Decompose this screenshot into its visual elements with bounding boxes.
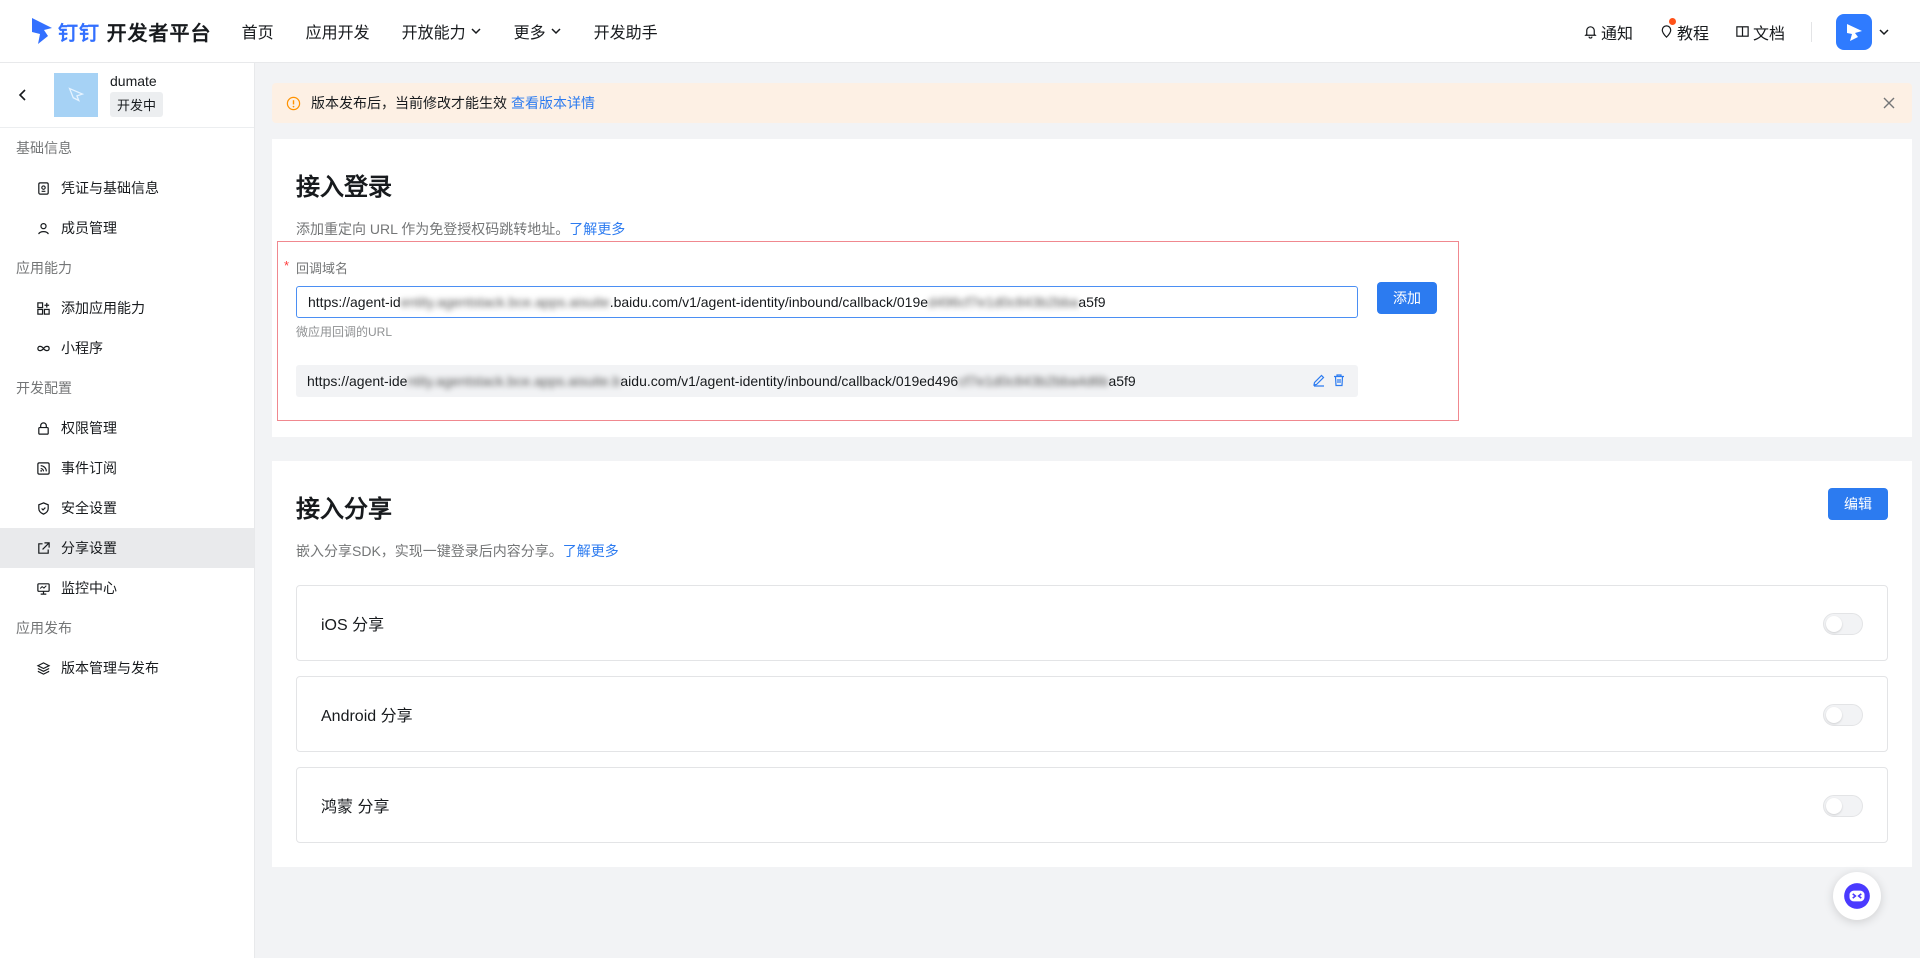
callback-url-hint: 微应用回调的URL	[296, 325, 393, 339]
assistant-icon	[1844, 883, 1870, 909]
sidebar-item-add-capability[interactable]: 添加应用能力	[0, 288, 254, 328]
monitor-icon	[37, 582, 50, 595]
sidebar-item-monitoring[interactable]: 监控中心	[0, 568, 254, 608]
sidebar-item-version-release[interactable]: 版本管理与发布	[0, 648, 254, 688]
book-icon	[1736, 26, 1749, 37]
app-header: dumate 开发中	[0, 63, 254, 128]
tutorial-link[interactable]: 教程	[1659, 17, 1709, 44]
delete-icon[interactable]	[1332, 373, 1346, 387]
user-icon	[38, 222, 49, 234]
ios-share-row: iOS 分享	[296, 585, 1888, 661]
nav-home[interactable]: 首页	[242, 19, 274, 43]
user-menu[interactable]	[1836, 13, 1890, 50]
callback-url-input[interactable]: https://agent-id entity.agentstack.bce.ap…	[296, 286, 1358, 318]
avatar	[1836, 13, 1872, 50]
back-arrow-icon[interactable]	[16, 88, 30, 102]
dingtalk-logo-icon	[32, 18, 52, 44]
rss-icon	[37, 461, 50, 475]
chevron-down-icon	[471, 28, 481, 35]
harmony-share-row: 鸿蒙 分享	[296, 767, 1888, 843]
app-status-badge: 开发中	[110, 92, 164, 117]
docs-link[interactable]: 文档	[1735, 20, 1785, 44]
app-meta: dumate 开发中	[110, 73, 164, 117]
credential-icon	[38, 181, 49, 195]
sidebar-group-basic: 基础信息	[16, 140, 72, 156]
notice-banner: 版本发布后，当前修改才能生效 查看版本详情	[272, 83, 1912, 123]
sidebar-item-event-subscription[interactable]: 事件订阅	[0, 448, 254, 488]
sidebar-group-capabilities: 应用能力	[16, 260, 72, 276]
login-card: 接入登录 添加重定向 URL 作为免登授权码跳转地址。了解更多 * 回调域名 ht…	[272, 139, 1912, 437]
share-learn-more-link[interactable]: 了解更多	[563, 543, 619, 559]
chevron-down-icon	[551, 28, 561, 35]
app-icon	[54, 73, 98, 117]
nav-more[interactable]: 更多	[514, 19, 562, 43]
callback-domain-label: * 回调域名	[284, 258, 349, 276]
required-star: *	[284, 258, 290, 273]
login-learn-more-link[interactable]: 了解更多	[569, 221, 625, 237]
nav-app-dev[interactable]: 应用开发	[306, 19, 370, 43]
grid-add-icon	[37, 301, 50, 315]
info-icon	[286, 96, 301, 110]
main-nav: 首页 应用开发 开放能力 更多 开发助手	[242, 19, 690, 43]
share-icon	[38, 541, 50, 554]
notification-dot	[1668, 17, 1676, 25]
app-name: dumate	[110, 73, 157, 89]
harmony-share-toggle[interactable]	[1823, 795, 1863, 817]
add-button[interactable]: 添加	[1377, 282, 1437, 314]
bell-icon	[1584, 26, 1597, 39]
layers-icon	[36, 661, 51, 675]
dingtalk-logo[interactable]: 钉钉 开发者平台	[30, 16, 212, 46]
view-version-details-link[interactable]: 查看版本详情	[511, 93, 595, 113]
infinity-icon	[37, 345, 50, 351]
sidebar-item-security[interactable]: 安全设置	[0, 488, 254, 528]
lock-icon	[38, 421, 49, 435]
share-card: 接入分享 编辑 嵌入分享SDK，实现一键登录后内容分享。了解更多 iOS 分享 …	[272, 461, 1912, 867]
chevron-down-icon	[1879, 28, 1889, 35]
sidebar-group-release: 应用发布	[16, 620, 72, 636]
sidebar-item-permissions[interactable]: 权限管理	[0, 408, 254, 448]
logo-text: 钉钉 开发者平台	[58, 22, 212, 45]
url-actions	[1306, 373, 1346, 387]
share-desc: 嵌入分享SDK，实现一键登录后内容分享。了解更多	[296, 543, 619, 559]
sidebar-item-miniapp[interactable]: 小程序	[0, 328, 254, 368]
close-icon[interactable]	[1882, 96, 1896, 110]
android-share-row: Android 分享	[296, 676, 1888, 752]
edit-button[interactable]: 编辑	[1828, 488, 1888, 520]
sidebar-item-members[interactable]: 成员管理	[0, 208, 254, 248]
shield-icon	[38, 501, 49, 515]
notice-text: 版本发布后，当前修改才能生效	[311, 95, 507, 111]
notify-link[interactable]: 通知	[1583, 20, 1633, 44]
android-share-toggle[interactable]	[1823, 704, 1863, 726]
nav-dev-assistant[interactable]: 开发助手	[594, 19, 658, 43]
dingtalk-avatar-icon	[1847, 23, 1862, 41]
divider	[1811, 21, 1812, 42]
sidebar-item-share-settings[interactable]: 分享设置	[0, 528, 254, 568]
login-desc: 添加重定向 URL 作为免登授权码跳转地址。了解更多	[296, 221, 626, 237]
login-title: 接入登录	[296, 174, 392, 201]
nav-open-capabilities[interactable]: 开放能力	[402, 19, 482, 43]
sidebar: dumate 开发中 基础信息 凭证与基础信息 成员管理 应用能力 添加应用能力…	[0, 63, 255, 958]
assistant-float-button[interactable]	[1833, 872, 1881, 920]
edit-icon[interactable]	[1312, 373, 1326, 387]
sidebar-item-credentials[interactable]: 凭证与基础信息	[0, 168, 254, 208]
share-title: 接入分享	[296, 496, 392, 523]
ios-share-toggle[interactable]	[1823, 613, 1863, 635]
nav-right: 通知 教程 文档	[1557, 0, 1890, 63]
sidebar-group-dev-config: 开发配置	[16, 380, 72, 396]
top-navbar: 钉钉 开发者平台 首页 应用开发 开放能力 更多 开发助手 通知 教程 文档	[0, 0, 1920, 63]
location-pin-icon	[1661, 25, 1672, 38]
app-logo-icon	[68, 87, 85, 102]
saved-callback-url: https://agent-ide ntity.agentstack.bce.ap…	[296, 365, 1358, 397]
